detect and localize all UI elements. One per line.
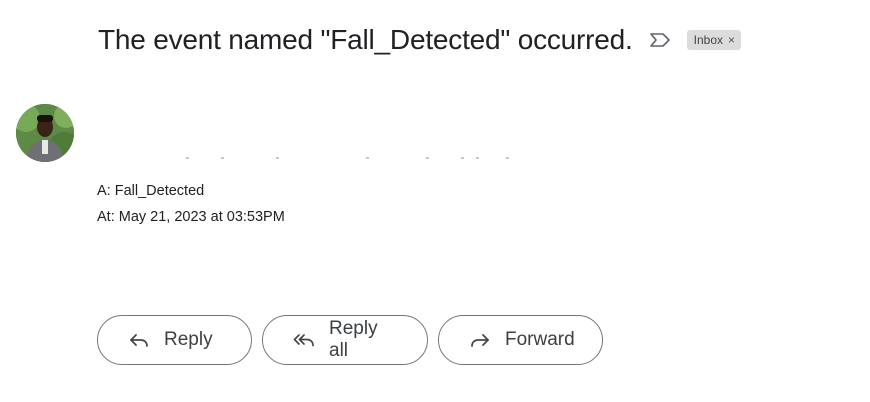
important-marker-icon[interactable] — [649, 32, 671, 48]
email-view: The event named "Fall_Detected" occurred… — [0, 0, 870, 402]
reply-all-label: Reply all — [329, 318, 378, 361]
inbox-label-chip[interactable]: Inbox × — [686, 30, 742, 50]
sender-avatar[interactable] — [16, 104, 74, 162]
event-name-line: A: Fall_Detected — [97, 183, 205, 199]
reply-all-button[interactable]: Reply all — [262, 315, 428, 365]
forward-label: Forward — [505, 329, 575, 350]
reply-label: Reply — [164, 329, 213, 350]
reply-button[interactable]: Reply — [97, 315, 252, 365]
forward-arrow-icon — [469, 331, 491, 349]
subject-row: The event named "Fall_Detected" occurred… — [98, 24, 742, 56]
email-body: A: Fall_Detected At: May 21, 2023 at 03:… — [97, 178, 285, 230]
event-time-line: At: May 21, 2023 at 03:53PM — [97, 209, 285, 225]
sender-name-redacted — [96, 150, 516, 160]
reply-arrow-icon — [128, 331, 150, 349]
email-subject: The event named "Fall_Detected" occurred… — [98, 24, 633, 55]
remove-label-icon[interactable]: × — [728, 33, 735, 47]
action-buttons: Reply Reply all Forward — [97, 315, 603, 365]
inbox-label-text: Inbox — [693, 33, 723, 47]
reply-all-arrow-icon — [293, 331, 315, 349]
forward-button[interactable]: Forward — [438, 315, 603, 365]
